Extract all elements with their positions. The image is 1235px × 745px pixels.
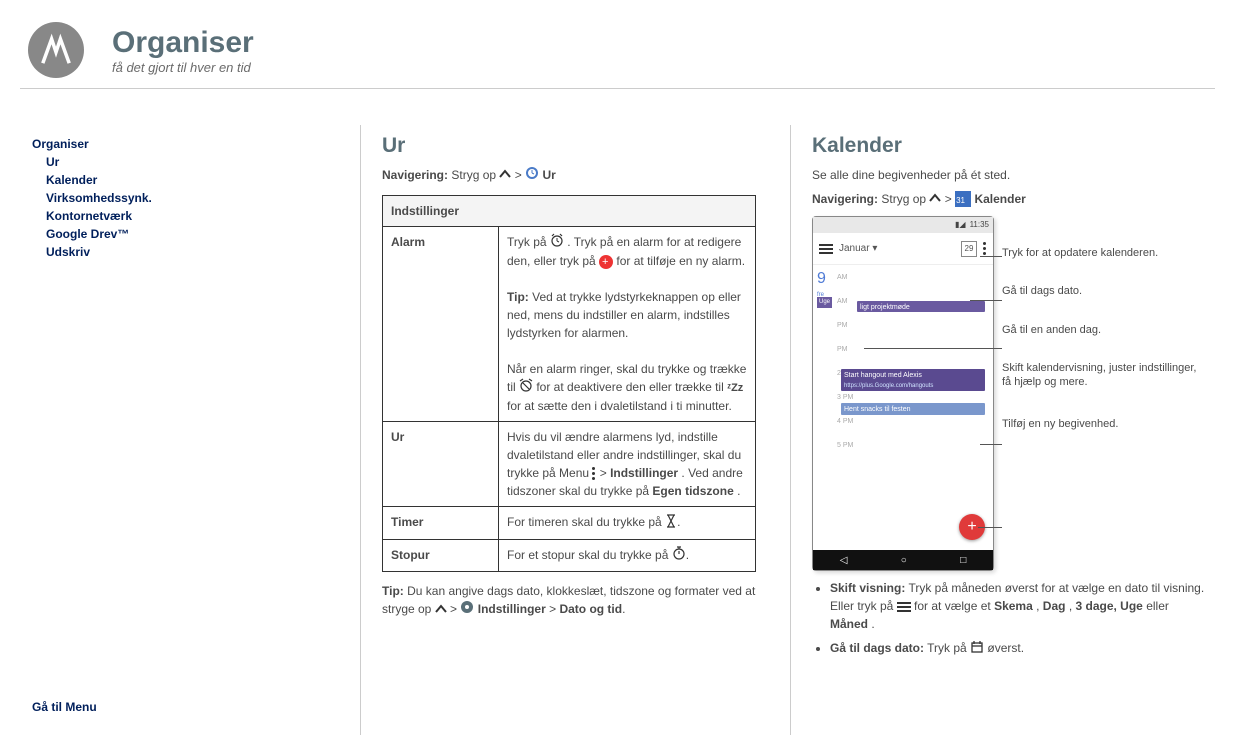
stopwatch-icon <box>672 546 686 565</box>
column-separator-1 <box>360 125 361 735</box>
settings-gear-icon <box>460 600 474 619</box>
settings-header: Indstillinger <box>383 195 756 226</box>
phone-timeline[interactable]: AM AM PM PM 2 PM 3 PM 4 PM 5 PM ligt pro… <box>837 273 989 548</box>
tip-footer: Tip: Du kan angive dags dato, klokkeslæt… <box>382 582 756 619</box>
week-label: Uge <box>817 297 832 308</box>
hamburger-menu-icon[interactable] <box>819 244 833 254</box>
hourglass-icon <box>665 514 677 533</box>
kalender-intro: Se alle dine begivenheder på ét sted. <box>812 166 1207 184</box>
nav-recent-icon[interactable]: □ <box>960 553 966 568</box>
phone-callouts: Tryk for at opdatere kalenderen. Gå til … <box>1002 242 1207 456</box>
callout-other-day: Gå til en anden dag. <box>1002 323 1207 337</box>
motorola-logo-icon <box>28 22 84 78</box>
row-stopur-text: For et stopur skal du trykke på . <box>499 539 756 571</box>
row-stopur-label: Stopur <box>383 539 499 571</box>
hamburger-menu-icon <box>897 602 911 612</box>
page-title: Organiser <box>112 26 254 60</box>
sidebar-item-virksomhedssynk[interactable]: Virksomhedssynk. <box>46 191 152 205</box>
sidebar-nav: Organiser Ur Kalender Virksomhedssynk. K… <box>32 135 232 261</box>
phone-topbar: Januar ▾ 29 <box>813 233 993 265</box>
calendar-app-icon <box>955 191 971 207</box>
row-timer-text: For timeren skal du trykke på . <box>499 507 756 539</box>
bullet-skift-visning: Skift visning: Tryk på måneden øverst fo… <box>830 579 1207 633</box>
page-subtitle: få det gjort til hver en tid <box>112 60 254 75</box>
callout-add-event: Tilføj en ny begivenhed. <box>1002 417 1207 431</box>
today-button[interactable]: 29 <box>961 241 977 257</box>
kalender-bullets: Skift visning: Tryk på måneden øverst fo… <box>812 579 1207 658</box>
nav-label: Navigering: <box>382 168 448 182</box>
add-icon <box>599 255 613 269</box>
overflow-menu-icon[interactable] <box>983 242 987 256</box>
callout-change-view: Skift kalendervisning, juster indstillin… <box>1002 361 1207 390</box>
row-ur-label: Ur <box>383 422 499 507</box>
chevron-up-icon <box>499 166 511 184</box>
sidebar-item-kalender[interactable]: Kalender <box>46 173 97 187</box>
settings-table: Indstillinger Alarm Tryk på . Tryk på en… <box>382 195 756 572</box>
phone-month-selector[interactable]: Januar ▾ <box>839 241 961 256</box>
callout-update: Tryk for at opdatere kalenderen. <box>1002 246 1207 260</box>
event-item[interactable]: Hent snacks til festen <box>841 403 985 415</box>
phone-statusbar: ▮◢ 11:35 <box>813 217 993 233</box>
chevron-up-icon <box>929 190 941 208</box>
event-item[interactable]: Start hangout med Alexis https://plus.Go… <box>841 369 985 391</box>
nav-home-icon[interactable]: ○ <box>901 553 907 568</box>
phone-navbar: ◁ ○ □ <box>813 550 993 570</box>
tip-label: Tip: <box>507 290 529 304</box>
nav-back-icon[interactable]: ◁ <box>840 553 848 568</box>
row-alarm-text: Tryk på . Tryk på en alarm for at redige… <box>499 226 756 422</box>
row-timer-label: Timer <box>383 507 499 539</box>
ur-heading: Ur <box>382 130 767 162</box>
dismiss-alarm-icon <box>519 378 533 397</box>
event-item[interactable]: ligt projektmøde <box>857 301 985 312</box>
today-icon <box>970 640 984 659</box>
column-ur: Ur Navigering: Stryg op > Ur Indstilling… <box>382 130 767 619</box>
snooze-zzz-icon: ᶻZᴢ <box>727 382 743 394</box>
chevron-up-icon <box>435 601 447 619</box>
page-header: Organiser få det gjort til hver en tid <box>0 0 1235 78</box>
phone-time: 11:35 <box>970 219 989 231</box>
column-separator-2 <box>790 125 791 735</box>
kalender-heading: Kalender <box>812 130 1207 162</box>
callout-today: Gå til dags dato. <box>1002 284 1207 298</box>
phone-date-number[interactable]: 9fre <box>817 267 826 300</box>
sidebar-item-kontornetvaerk[interactable]: Kontornetværk <box>46 209 132 223</box>
title-block: Organiser få det gjort til hver en tid <box>112 26 254 75</box>
header-divider <box>20 88 1215 89</box>
ur-nav-line: Navigering: Stryg op > Ur <box>382 166 767 185</box>
kalender-nav-line: Navigering: Stryg op > Kalender <box>812 190 1207 209</box>
sidebar-item-organiser[interactable]: Organiser <box>32 137 89 151</box>
nav-app-name: Ur <box>542 168 555 182</box>
row-ur-text: Hvis du vil ændre alarmens lyd, indstill… <box>499 422 756 507</box>
bullet-gaa-til-dags-dato: Gå til dags dato: Tryk på øverst. <box>830 639 1207 658</box>
row-alarm-label: Alarm <box>383 226 499 422</box>
clock-app-icon <box>525 166 539 185</box>
overflow-menu-icon <box>592 467 596 481</box>
sidebar-item-google-drev[interactable]: Google Drev™ <box>46 227 129 241</box>
phone-mockup: ▮◢ 11:35 Januar ▾ 29 9fre Uge AM AM PM P… <box>812 216 994 571</box>
sidebar-item-udskriv[interactable]: Udskriv <box>46 245 90 259</box>
go-to-menu-link[interactable]: Gå til Menu <box>32 700 97 714</box>
sidebar-item-ur[interactable]: Ur <box>46 155 59 169</box>
alarm-clock-icon <box>550 233 564 252</box>
nav-swipe-text: Stryg op <box>451 168 496 182</box>
